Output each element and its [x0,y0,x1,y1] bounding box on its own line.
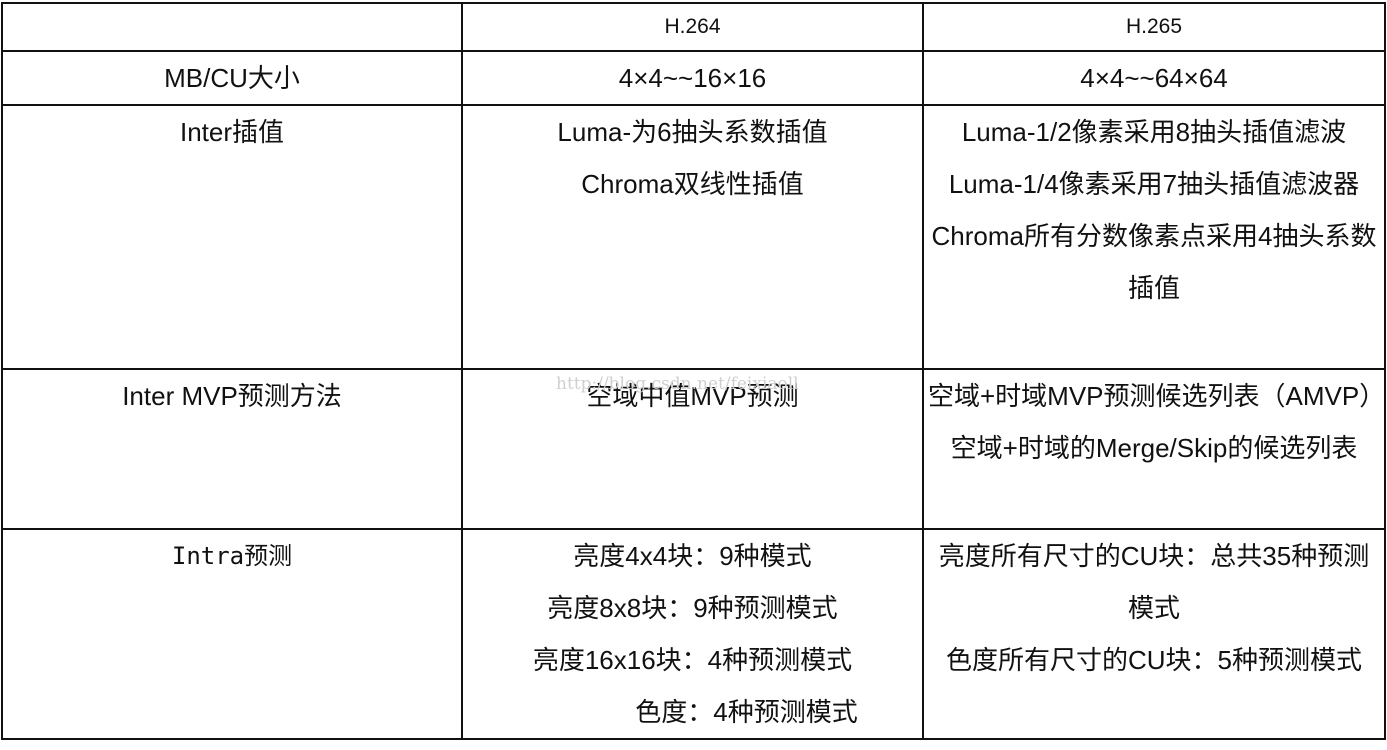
cell-line: 色度所有尺寸的CU块：5种预测模式 [945,645,1362,675]
h264-cell: 亮度4x4块：9种模式 亮度8x8块：9种预测模式 亮度16x16块：4种预测模… [461,528,924,740]
cell-line: Luma-为6抽头系数插值 [557,117,828,147]
cell-line: Luma-1/2像素采用8抽头插值滤波 [961,117,1347,147]
row-label: Inter插值 [1,104,463,370]
h265-cell: Luma-1/2像素采用8抽头插值滤波 Luma-1/4像素采用7抽头插值滤波器… [922,104,1386,370]
comparison-table: H.264 H.265 MB/CU大小 4×4~~16×16 4×4~~64×6… [1,2,1386,740]
header-corner-cell [1,2,463,52]
cell-line: Chroma所有分数像素点采用4抽头系数插值 [931,221,1377,303]
row-label: Intra预测 [1,528,463,740]
row-label-text: Inter MVP预测方法 [122,381,342,411]
cell-line: 色度：4种预测模式 [635,697,858,727]
h265-cell: 4×4~~64×64 [922,50,1386,106]
cell-line: 4×4~~16×16 [618,63,767,93]
table-row: Intra预测 亮度4x4块：9种模式 亮度8x8块：9种预测模式 亮度16x1… [1,528,1386,740]
table-row: Inter插值 Luma-为6抽头系数插值 Chroma双线性插值 Luma-1… [1,104,1386,370]
cell-line: 亮度8x8块：9种预测模式 [547,593,838,623]
row-label-text: MB/CU大小 [164,63,300,93]
cell-line: Luma-1/4像素采用7抽头插值滤波器 [948,169,1360,199]
header-row: H.264 H.265 [1,2,1386,52]
row-label-text: Inter插值 [179,117,285,147]
cell-line: 4×4~~64×64 [1080,63,1228,93]
cell-line: 亮度所有尺寸的CU块：总共35种预测模式 [938,541,1370,623]
row-label-text: Intra预测 [171,542,293,570]
cell-line: 空域+时域MVP预测候选列表（AMVP） [928,381,1385,411]
h265-cell: 空域+时域MVP预测候选列表（AMVP） 空域+时域的Merge/Skip的候选… [922,368,1386,530]
row-label: MB/CU大小 [1,50,463,106]
cell-line: 亮度16x16块：4种预测模式 [532,645,853,675]
h264-cell: 空域中值MVP预测 [461,368,924,530]
table-row: Inter MVP预测方法 空域中值MVP预测 空域+时域MVP预测候选列表（A… [1,368,1386,530]
header-h264: H.264 [461,2,924,52]
cell-line: 空域+时域的Merge/Skip的候选列表 [950,433,1358,463]
cell-line: 亮度4x4块：9种模式 [573,541,812,571]
table-row: MB/CU大小 4×4~~16×16 4×4~~64×64 [1,50,1386,106]
cell-line: 空域中值MVP预测 [586,381,799,411]
h264-cell: 4×4~~16×16 [461,50,924,106]
h265-cell: 亮度所有尺寸的CU块：总共35种预测模式 色度所有尺寸的CU块：5种预测模式 [922,528,1386,740]
row-label: Inter MVP预测方法 [1,368,463,530]
h264-cell: Luma-为6抽头系数插值 Chroma双线性插值 [461,104,924,370]
header-h265: H.265 [922,2,1386,52]
cell-line: Chroma双线性插值 [581,169,804,199]
